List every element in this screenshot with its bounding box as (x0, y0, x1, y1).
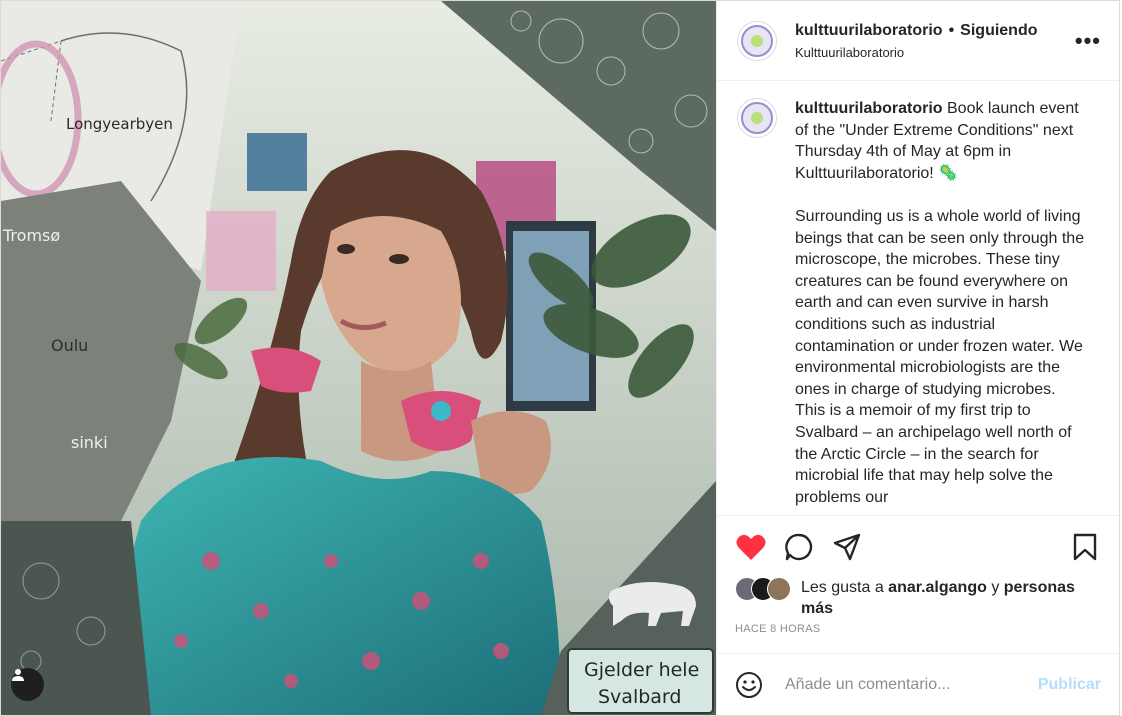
bookmark-icon (1073, 533, 1097, 560)
share-icon (833, 533, 861, 560)
comment-bar: Publicar (717, 653, 1119, 715)
avatar[interactable] (737, 20, 777, 61)
post-timestamp[interactable]: HACE 8 HORAS (717, 617, 1119, 653)
caption-text: kulttuurilaboratorio Book launch event o… (795, 98, 1087, 515)
comment-input[interactable] (783, 674, 1038, 695)
more-icon[interactable]: ••• (1075, 28, 1101, 54)
map-label-tromso: Tromsø (2, 226, 60, 245)
post-image[interactable]: Longyearbyen Tromsø Oulu sinki Gjelder h… (1, 1, 716, 715)
save-button[interactable] (1069, 531, 1101, 563)
caption-avatar[interactable] (737, 98, 777, 138)
like-button[interactable] (735, 531, 767, 563)
header-username[interactable]: kulttuurilaboratorio (795, 22, 943, 39)
instagram-post: Longyearbyen Tromsø Oulu sinki Gjelder h… (0, 0, 1120, 716)
map-label-oulu: Oulu (51, 336, 88, 355)
avatar (767, 577, 791, 601)
action-bar (717, 515, 1119, 577)
tagged-users-button[interactable] (11, 668, 44, 701)
share-button[interactable] (831, 531, 863, 563)
post-sidebar: kulttuurilaboratorio • Siguiendo Kulttuuri… (716, 1, 1119, 715)
publish-button[interactable]: Publicar (1038, 676, 1101, 694)
following-button[interactable]: Siguiendo (960, 22, 1037, 39)
liker-username[interactable]: anar.algango (888, 579, 987, 596)
comment-icon (785, 533, 813, 560)
comment-button[interactable] (783, 531, 815, 563)
post-photo: Longyearbyen Tromsø Oulu sinki Gjelder h… (1, 1, 716, 715)
emoji-icon[interactable] (735, 671, 763, 699)
caption-username[interactable]: kulttuurilaboratorio (795, 100, 943, 117)
map-label-sinki: sinki (71, 433, 108, 452)
sign-line-2: Svalbard (598, 686, 681, 708)
header-separator: • (948, 21, 955, 39)
caption-area: kulttuurilaboratorio Book launch event o… (717, 81, 1119, 515)
likes-text: Les gusta a anar.algango y personas más (801, 579, 1075, 617)
likes-row: Les gusta a anar.algango y personas más (717, 577, 1119, 617)
liker-avatars[interactable] (735, 577, 797, 601)
map-label-longyearbyen: Longyearbyen (66, 115, 173, 133)
caption-body: Book launch event of the "Under Extreme … (795, 100, 1085, 506)
heart-icon (736, 534, 766, 560)
sign-line-1: Gjelder hele (584, 659, 699, 681)
post-header: kulttuurilaboratorio • Siguiendo Kulttuuri… (717, 1, 1119, 81)
header-subtitle[interactable]: Kulttuurilaboratorio (795, 45, 1075, 60)
user-icon (12, 669, 24, 681)
